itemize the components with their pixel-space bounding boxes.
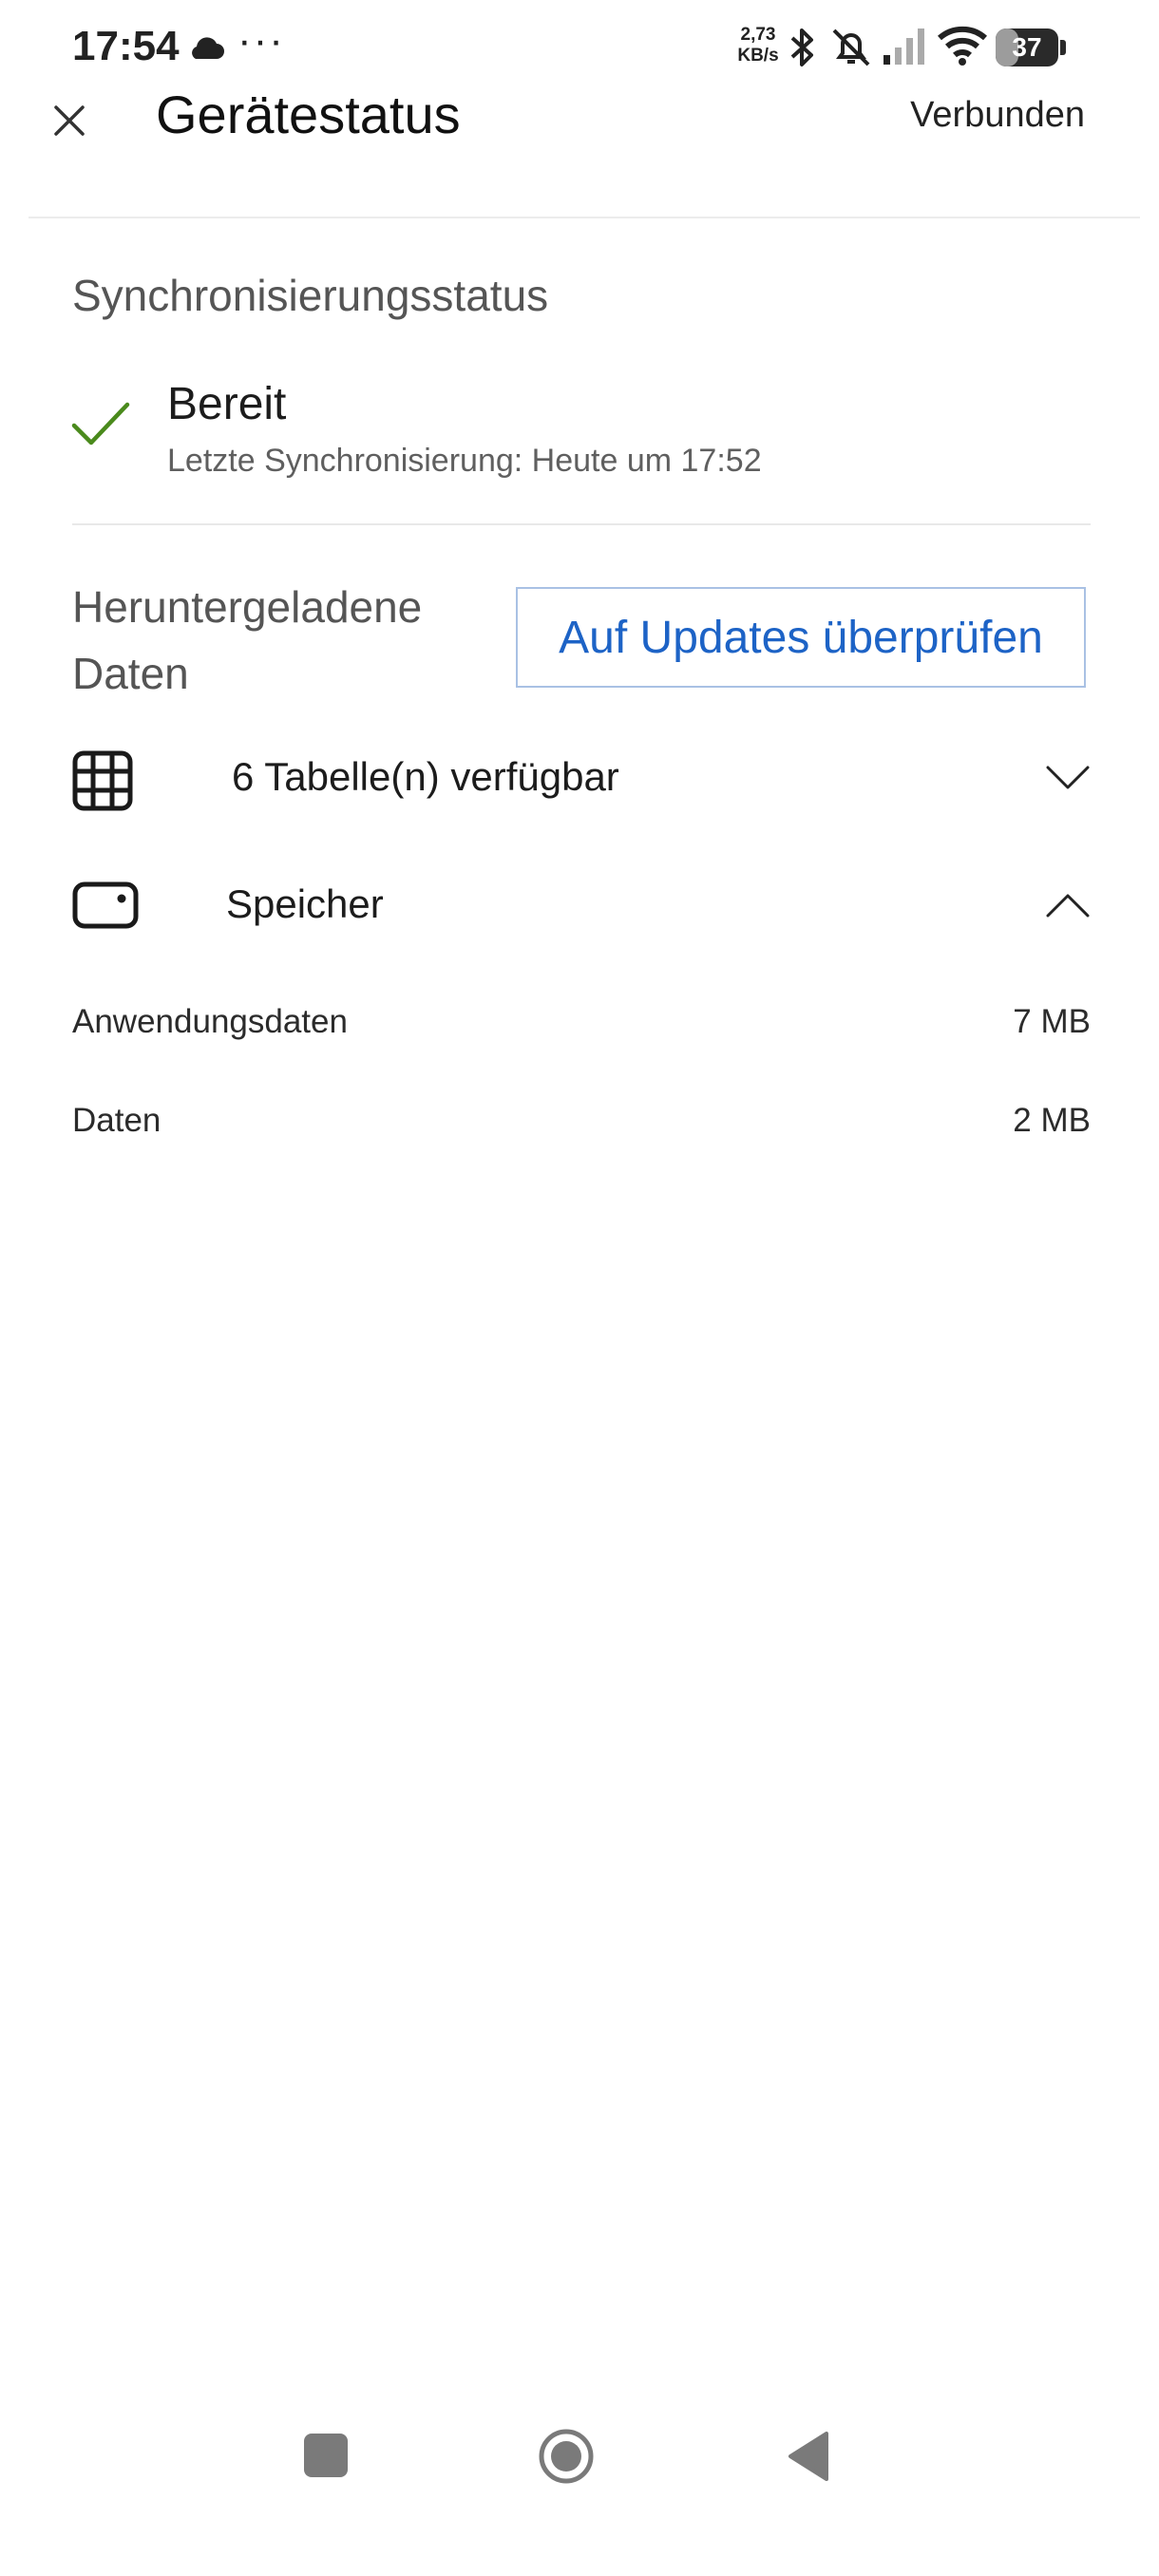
sync-state: Bereit [167, 379, 287, 429]
storage-item-value: 7 MB [1013, 1003, 1091, 1040]
storage-item-label: Daten [72, 1102, 162, 1139]
sync-status-heading: Synchronisierungsstatus [72, 271, 549, 320]
storage-item-label: Anwendungsdaten [72, 1003, 348, 1040]
storage-item-value: 2 MB [1013, 1102, 1091, 1139]
battery-cap [1060, 40, 1066, 55]
bluetooth-icon [790, 28, 813, 66]
storage-icon [72, 881, 139, 929]
home-button[interactable] [538, 2428, 595, 2485]
net-speed-value: 2,73 [740, 25, 776, 45]
battery-level-text: 37 [1012, 32, 1042, 62]
storage-label: Speicher [226, 881, 384, 926]
page-title: Gerätestatus [156, 85, 461, 144]
connection-status: Verbunden [910, 95, 1085, 135]
status-time: 17:54 [72, 23, 180, 69]
check-icon [71, 402, 130, 445]
net-speed-unit: KB/s [737, 46, 779, 66]
battery-icon: 37 [996, 28, 1058, 66]
last-sync-text: Letzte Synchronisierung: Heute um 17:52 [167, 443, 762, 479]
more-icon: ··· [238, 17, 285, 64]
net-speed: 2,73 KB/s [730, 25, 787, 66]
close-button[interactable] [44, 95, 95, 146]
tables-available-label: 6 Tabelle(n) verfügbar [232, 754, 619, 799]
chevron-down-icon[interactable] [1045, 764, 1091, 792]
recents-button[interactable] [304, 2434, 348, 2477]
back-button[interactable] [785, 2430, 830, 2483]
bell-muted-icon [832, 28, 870, 66]
section-divider [72, 523, 1091, 525]
table-grid-icon [72, 750, 133, 811]
close-icon [54, 105, 85, 136]
cloud-icon [192, 37, 224, 59]
downloaded-data-heading: Heruntergeladene Daten [72, 582, 423, 698]
chevron-up-icon[interactable] [1045, 891, 1091, 919]
header-divider [28, 217, 1140, 218]
wifi-icon [938, 26, 987, 66]
signal-icon [884, 28, 924, 65]
check-updates-button[interactable]: Auf Updates überprüfen [516, 587, 1086, 688]
